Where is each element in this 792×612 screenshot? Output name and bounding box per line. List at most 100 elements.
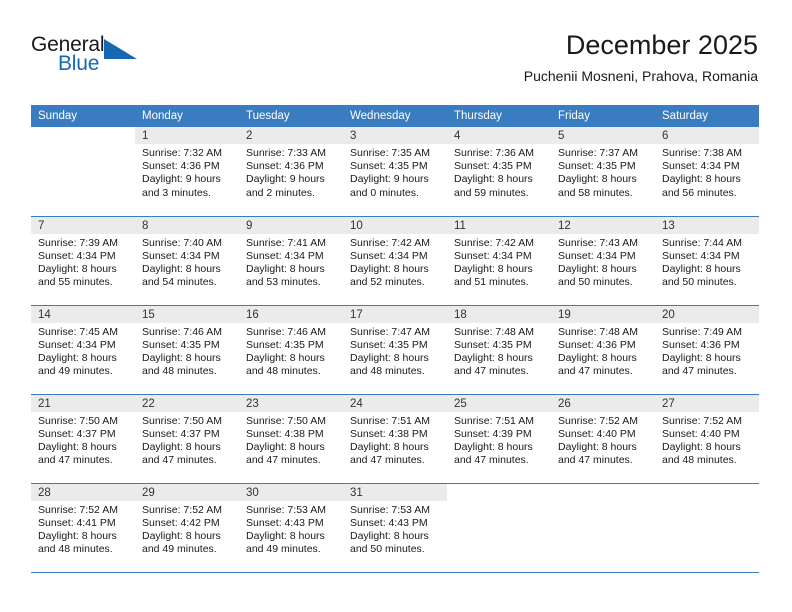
calendar-day-cell[interactable]: 31 Sunrise: 7:53 AM Sunset: 4:43 PM Dayligh…: [343, 483, 447, 573]
day-details: Sunrise: 7:38 AM Sunset: 4:34 PM Daylight:…: [655, 144, 759, 200]
day-details: Sunrise: 7:46 AM Sunset: 4:35 PM Daylight:…: [135, 323, 239, 379]
day-detail-line: Daylight: 8 hours: [662, 262, 741, 275]
day-details: [31, 144, 135, 147]
calendar-day-cell[interactable]: 17 Sunrise: 7:47 AM Sunset: 4:35 PM Dayligh…: [343, 305, 447, 395]
calendar-day-cell[interactable]: 3 Sunrise: 7:35 AM Sunset: 4:35 PM Daylight…: [343, 127, 447, 217]
calendar-day-cell[interactable]: 11 Sunrise: 7:42 AM Sunset: 4:34 PM Dayligh…: [447, 216, 551, 306]
calendar-day-cell[interactable]: 23 Sunrise: 7:50 AM Sunset: 4:38 PM Dayligh…: [239, 394, 343, 484]
calendar-day-cell[interactable]: 10 Sunrise: 7:42 AM Sunset: 4:34 PM Dayligh…: [343, 216, 447, 306]
calendar-day-cell[interactable]: 12 Sunrise: 7:43 AM Sunset: 4:34 PM Dayligh…: [551, 216, 655, 306]
day-detail-line: and 47 minutes.: [558, 454, 633, 467]
calendar-day-cell[interactable]: 30 Sunrise: 7:53 AM Sunset: 4:43 PM Dayligh…: [239, 483, 343, 573]
day-detail-line: Sunrise: 7:44 AM: [662, 236, 742, 249]
day-detail-line: Daylight: 8 hours: [454, 351, 533, 364]
day-number: 18: [447, 305, 551, 323]
day-detail-line: Sunset: 4:34 PM: [38, 338, 116, 351]
day-number: 10: [343, 216, 447, 234]
day-detail-line: Daylight: 8 hours: [454, 440, 533, 453]
day-number: 7: [31, 216, 135, 234]
day-details: Sunrise: 7:50 AM Sunset: 4:38 PM Daylight:…: [239, 412, 343, 468]
calendar-day-cell[interactable]: 6 Sunrise: 7:38 AM Sunset: 4:34 PM Daylight…: [655, 127, 759, 217]
general-blue-logo[interactable]: General Blue: [31, 33, 151, 79]
calendar-day-cell[interactable]: 29 Sunrise: 7:52 AM Sunset: 4:42 PM Dayligh…: [135, 483, 239, 573]
day-detail-line: Daylight: 8 hours: [662, 351, 741, 364]
day-detail-line: Sunset: 4:34 PM: [558, 249, 636, 262]
day-number: 2: [239, 127, 343, 144]
day-details: Sunrise: 7:35 AM Sunset: 4:35 PM Daylight:…: [343, 144, 447, 200]
day-detail-line: and 3 minutes.: [142, 186, 211, 199]
day-detail-line: and 56 minutes.: [662, 186, 737, 199]
day-detail-line: Daylight: 8 hours: [246, 262, 325, 275]
day-detail-line: Sunrise: 7:46 AM: [142, 325, 222, 338]
day-detail-line: Daylight: 8 hours: [558, 351, 637, 364]
calendar-day-cell[interactable]: 9 Sunrise: 7:41 AM Sunset: 4:34 PM Daylight…: [239, 216, 343, 306]
day-detail-line: Sunrise: 7:39 AM: [38, 236, 118, 249]
day-detail-line: and 50 minutes.: [350, 543, 425, 556]
day-detail-line: Daylight: 8 hours: [142, 351, 221, 364]
calendar-day-cell[interactable]: 21 Sunrise: 7:50 AM Sunset: 4:37 PM Dayligh…: [31, 394, 135, 484]
day-detail-line: Sunrise: 7:48 AM: [558, 325, 638, 338]
calendar-day-cell[interactable]: 22 Sunrise: 7:50 AM Sunset: 4:37 PM Dayligh…: [135, 394, 239, 484]
title-block: December 2025 Puchenii Mosneni, Prahova,…: [524, 28, 758, 86]
logo-text-blue: Blue: [58, 52, 100, 75]
calendar-table: Sunday Monday Tuesday Wednesday Thursday Frid…: [31, 105, 759, 573]
day-detail-line: and 47 minutes.: [454, 454, 529, 467]
calendar-day-cell[interactable]: 2 Sunrise: 7:33 AM Sunset: 4:36 PM Daylight…: [239, 127, 343, 217]
day-details: Sunrise: 7:52 AM Sunset: 4:42 PM Daylight:…: [135, 501, 239, 557]
day-detail-line: Sunset: 4:35 PM: [558, 160, 636, 173]
day-detail-line: and 50 minutes.: [558, 276, 633, 289]
weekday-header-thursday: Thursday: [447, 105, 551, 127]
calendar-day-cell[interactable]: 19 Sunrise: 7:48 AM Sunset: 4:36 PM Dayligh…: [551, 305, 655, 395]
day-details: Sunrise: 7:41 AM Sunset: 4:34 PM Daylight:…: [239, 234, 343, 290]
day-detail-line: and 54 minutes.: [142, 276, 217, 289]
day-detail-line: Sunset: 4:39 PM: [454, 427, 532, 440]
day-detail-line: Daylight: 8 hours: [662, 173, 741, 186]
calendar-day-cell[interactable]: 26 Sunrise: 7:52 AM Sunset: 4:40 PM Dayligh…: [551, 394, 655, 484]
calendar-day-cell[interactable]: 25 Sunrise: 7:51 AM Sunset: 4:39 PM Dayligh…: [447, 394, 551, 484]
day-detail-line: Daylight: 8 hours: [142, 262, 221, 275]
calendar-day-cell[interactable]: 24 Sunrise: 7:51 AM Sunset: 4:38 PM Dayligh…: [343, 394, 447, 484]
calendar-day-cell[interactable]: 28 Sunrise: 7:52 AM Sunset: 4:41 PM Dayligh…: [31, 483, 135, 573]
day-details: Sunrise: 7:40 AM Sunset: 4:34 PM Daylight:…: [135, 234, 239, 290]
calendar-day-cell[interactable]: 18 Sunrise: 7:48 AM Sunset: 4:35 PM Dayligh…: [447, 305, 551, 395]
day-details: Sunrise: 7:53 AM Sunset: 4:43 PM Daylight:…: [239, 501, 343, 557]
day-detail-line: and 55 minutes.: [38, 276, 113, 289]
calendar-day-cell[interactable]: 13 Sunrise: 7:44 AM Sunset: 4:34 PM Dayligh…: [655, 216, 759, 306]
day-details: [551, 501, 655, 504]
day-details: Sunrise: 7:43 AM Sunset: 4:34 PM Daylight:…: [551, 234, 655, 290]
day-details: Sunrise: 7:39 AM Sunset: 4:34 PM Daylight:…: [31, 234, 135, 290]
day-detail-line: Daylight: 8 hours: [558, 440, 637, 453]
calendar-day-cell[interactable]: 20 Sunrise: 7:49 AM Sunset: 4:36 PM Dayligh…: [655, 305, 759, 395]
day-detail-line: Daylight: 8 hours: [38, 529, 117, 542]
day-details: Sunrise: 7:50 AM Sunset: 4:37 PM Daylight:…: [31, 412, 135, 468]
calendar-day-cell[interactable]: 1 Sunrise: 7:32 AM Sunset: 4:36 PM Daylight…: [135, 127, 239, 217]
day-detail-line: Sunrise: 7:37 AM: [558, 147, 638, 159]
day-detail-line: Sunset: 4:36 PM: [662, 338, 740, 351]
day-number: 8: [135, 216, 239, 234]
calendar-body: 1 Sunrise: 7:32 AM Sunset: 4:36 PM Daylight…: [31, 127, 759, 573]
day-detail-line: and 48 minutes.: [38, 543, 113, 556]
day-number: 21: [31, 394, 135, 412]
day-detail-line: Daylight: 8 hours: [350, 351, 429, 364]
calendar-day-cell[interactable]: 4 Sunrise: 7:36 AM Sunset: 4:35 PM Daylight…: [447, 127, 551, 217]
day-detail-line: Sunset: 4:34 PM: [350, 249, 428, 262]
calendar-day-cell[interactable]: 5 Sunrise: 7:37 AM Sunset: 4:35 PM Daylight…: [551, 127, 655, 217]
calendar-week-row: 28 Sunrise: 7:52 AM Sunset: 4:41 PM Dayligh…: [31, 483, 759, 573]
day-detail-line: Sunrise: 7:42 AM: [454, 236, 534, 249]
day-detail-line: Sunset: 4:42 PM: [142, 516, 220, 529]
calendar-day-cell[interactable]: 15 Sunrise: 7:46 AM Sunset: 4:35 PM Dayligh…: [135, 305, 239, 395]
calendar-day-cell[interactable]: 27 Sunrise: 7:52 AM Sunset: 4:40 PM Dayligh…: [655, 394, 759, 484]
day-detail-line: Sunrise: 7:33 AM: [246, 147, 326, 159]
day-number: 20: [655, 305, 759, 323]
calendar-day-cell[interactable]: 14 Sunrise: 7:45 AM Sunset: 4:34 PM Dayligh…: [31, 305, 135, 395]
day-detail-line: Daylight: 8 hours: [38, 262, 117, 275]
day-detail-line: Sunrise: 7:51 AM: [454, 414, 534, 427]
day-detail-line: and 50 minutes.: [662, 276, 737, 289]
calendar-day-cell[interactable]: 16 Sunrise: 7:46 AM Sunset: 4:35 PM Dayligh…: [239, 305, 343, 395]
day-detail-line: Sunset: 4:40 PM: [558, 427, 636, 440]
day-detail-line: Daylight: 8 hours: [38, 440, 117, 453]
calendar-day-cell[interactable]: 8 Sunrise: 7:40 AM Sunset: 4:34 PM Daylight…: [135, 216, 239, 306]
day-detail-line: and 51 minutes.: [454, 276, 529, 289]
calendar-day-cell[interactable]: 7 Sunrise: 7:39 AM Sunset: 4:34 PM Daylight…: [31, 216, 135, 306]
day-detail-line: Daylight: 9 hours: [246, 173, 325, 186]
